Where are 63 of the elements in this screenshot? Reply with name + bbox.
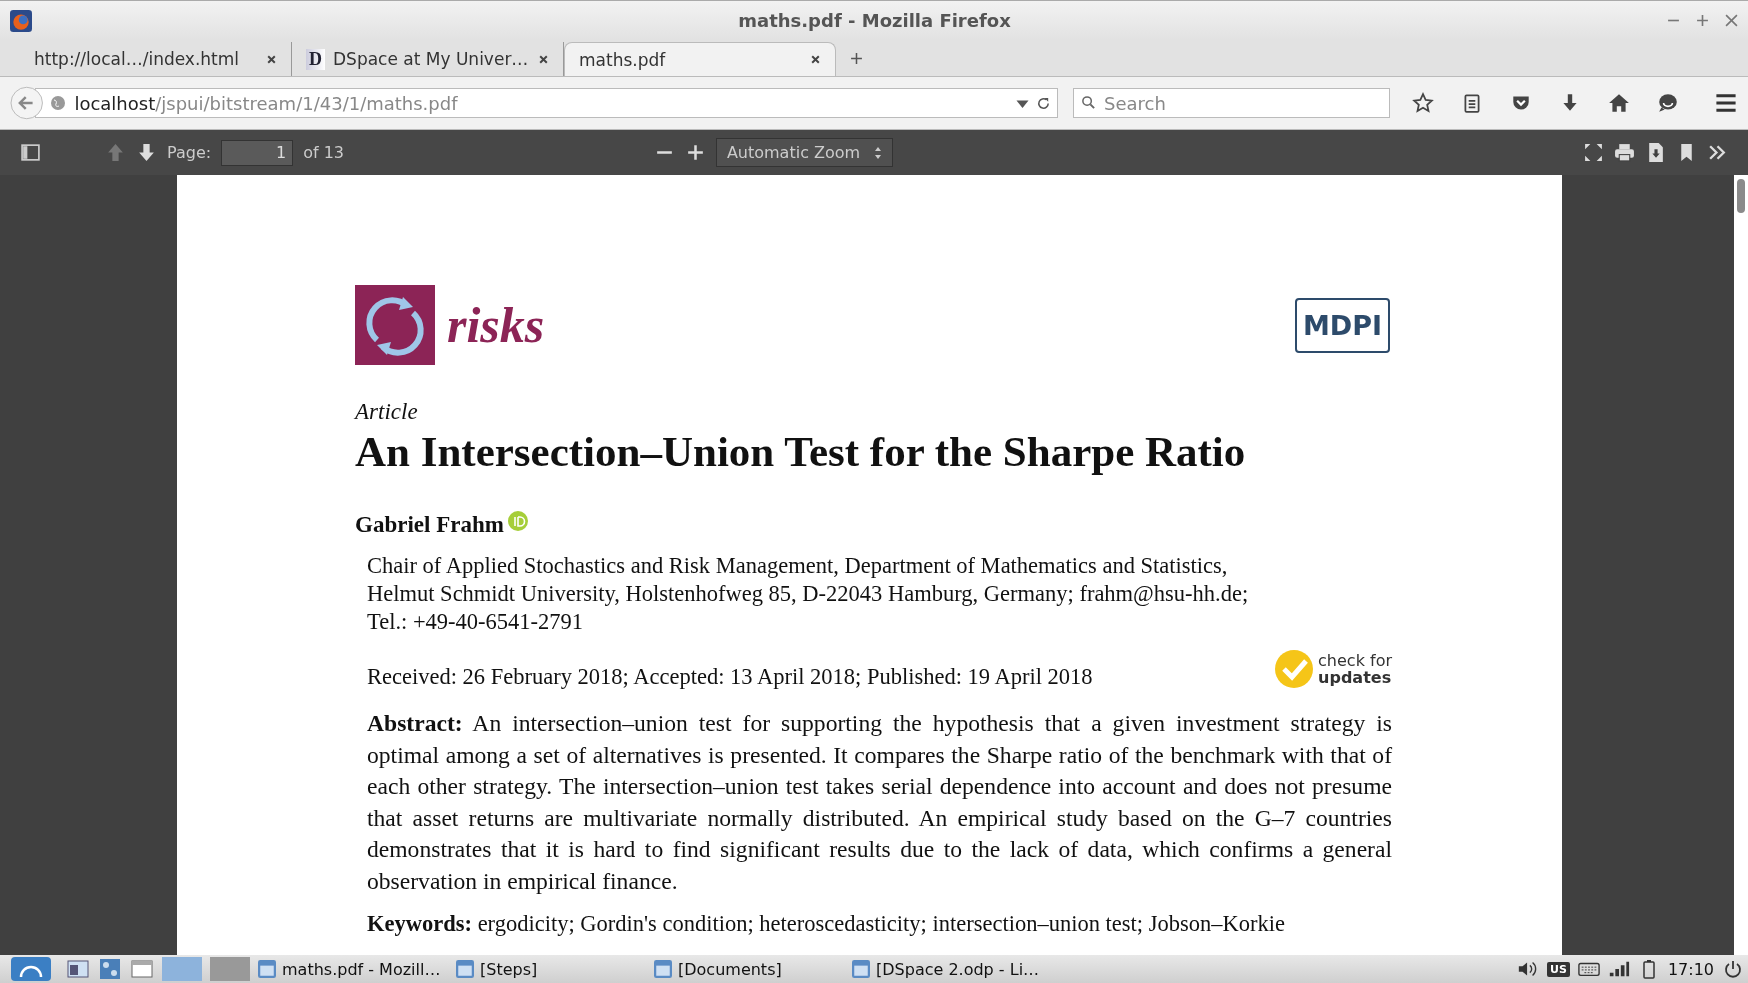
- page-label: Page:: [167, 143, 212, 162]
- tab-favicon: D: [306, 48, 325, 70]
- browser-logo-icon: [10, 9, 32, 32]
- globe-icon: [50, 95, 67, 111]
- chat-icon[interactable]: [1657, 92, 1679, 114]
- affiliation-line: Chair of Applied Stochastics and Risk Management, Department of Mathematics and Statistics,: [367, 552, 1229, 580]
- control-panel-icon[interactable]: [98, 957, 122, 981]
- badge-text: updates: [1318, 669, 1392, 686]
- publication-dates: Received: 26 February 2018; Accepted: 13 April 2018; Published: 19 April 2018: [367, 664, 1093, 690]
- taskbar-window-button[interactable]: [Documents]: [654, 959, 844, 979]
- author-name: Gabriel Frahm: [355, 512, 504, 538]
- maximize-icon[interactable]: [1696, 14, 1709, 27]
- scrollbar-thumb[interactable]: [1737, 179, 1745, 213]
- star-icon[interactable]: [1412, 92, 1434, 114]
- new-tab-icon[interactable]: [850, 52, 863, 65]
- publisher-logo: MDPI: [1294, 297, 1390, 353]
- taskbar-window-button[interactable]: maths.pdf - Mozill…: [258, 959, 448, 979]
- print-icon[interactable]: [1614, 142, 1635, 163]
- file-manager-icon[interactable]: [66, 957, 90, 981]
- zoom-dropdown[interactable]: Automatic Zoom: [715, 138, 894, 167]
- page-number-field[interactable]: 1: [221, 139, 294, 166]
- journal-logo-icon: [355, 285, 435, 365]
- window-icon: [258, 960, 276, 978]
- search-icon: [1081, 95, 1096, 110]
- signal-bars-icon[interactable]: [1607, 959, 1630, 979]
- checkmark-badge-icon: [1274, 649, 1315, 689]
- window-title: maths.pdf - Mozilla Firefox: [738, 10, 1011, 31]
- window-icon: [654, 960, 672, 978]
- fullscreen-icon[interactable]: [1583, 142, 1604, 163]
- browser-tab[interactable]: http://local…/index.html: [20, 42, 292, 76]
- keywords-line: Keywords: ergodicity; Gordin's condition; heteroscedasticity; intersection–union test; Jobson–Korkie: [367, 911, 1286, 937]
- article-title: An Intersection–Union Test for the Sharpe Ratio: [355, 427, 1247, 476]
- taskbar-window-button[interactable]: [Steps]: [456, 959, 646, 979]
- keyboard-layout-indicator[interactable]: US: [1547, 961, 1570, 977]
- browser-tab[interactable]: maths.pdf: [564, 42, 836, 76]
- taskbar-window-button[interactable]: [DSpace 2.odp - Li…: [852, 959, 1042, 979]
- affiliation-line: Helmut Schmidt University, Holstenhofweg 85, D-22043 Hamburg, Germany; frahm@hsu-hh.de;: [367, 580, 1250, 608]
- close-icon[interactable]: [266, 53, 277, 65]
- badge-text: check for: [1318, 652, 1392, 669]
- home-icon[interactable]: [1608, 92, 1630, 114]
- reload-icon[interactable]: [1036, 95, 1051, 111]
- close-icon[interactable]: [1725, 14, 1738, 27]
- workspace-switcher[interactable]: [162, 957, 202, 981]
- updown-arrows-icon: [874, 145, 883, 160]
- search-field[interactable]: Search: [1073, 88, 1390, 118]
- article-type: Article: [355, 399, 419, 425]
- browser-tab[interactable]: D DSpace at My Univer…: [292, 42, 564, 76]
- menu-icon[interactable]: [1714, 91, 1738, 115]
- window-icon: [852, 960, 870, 978]
- workspace-switcher[interactable]: [210, 957, 250, 981]
- address-bar[interactable]: localhost/jspui/bitstream/1/43/1/maths.pdf: [35, 88, 1058, 118]
- close-icon[interactable]: [810, 54, 821, 65]
- clock: 17:10: [1667, 959, 1714, 979]
- back-button[interactable]: [10, 86, 44, 120]
- close-icon[interactable]: [538, 53, 549, 65]
- sidebar-toggle-icon[interactable]: [20, 142, 41, 163]
- power-icon[interactable]: [1722, 959, 1744, 979]
- window-icon[interactable]: [130, 957, 154, 981]
- journal-name: risks: [447, 296, 545, 354]
- affiliation-line: Tel.: +49-40-6541-2791: [367, 608, 585, 636]
- page-count: of 13: [303, 143, 344, 162]
- window-icon: [456, 960, 474, 978]
- abstract-paragraph: Abstract: An intersection–union test for supporting the hypothesis that a given investment strategy is optimal among a set of alternatives is presented. It compares the Sharpe ratio of the benchmark with that of each other strategy. The intersection–union test takes serial dependence into account and does not presume that asset returns are multivariate normally distributed. An empirical study based on the G–7 countries demonstrates that it is hard to find significant results due to the lack of data, which confirms a general observation in empirical finance.: [367, 709, 1392, 896]
